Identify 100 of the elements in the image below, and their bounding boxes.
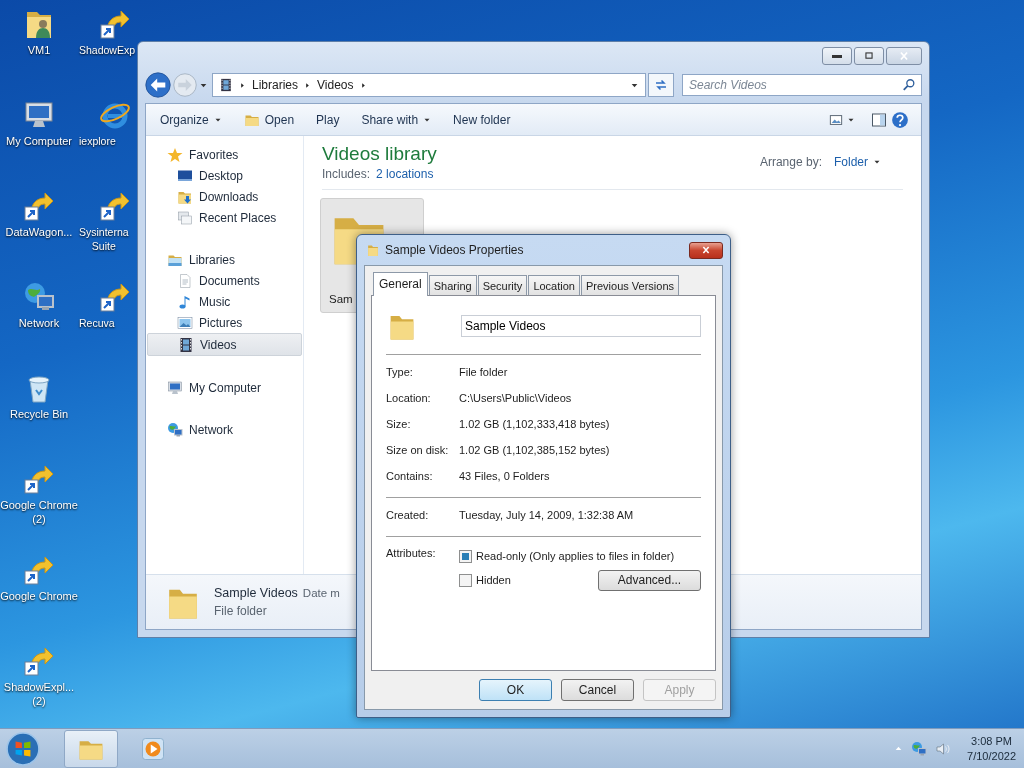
detail-label: Date m [302,587,340,599]
back-icon[interactable] [145,72,171,98]
clock-time[interactable]: 3:08 PM [971,733,1012,749]
navigation-item[interactable]: Downloads [147,186,302,207]
checkbox-label[interactable]: Hidden [476,574,511,586]
property-label: Contains: [386,470,434,482]
caret-icon [239,81,246,89]
shortcut-icon[interactable] [23,645,55,677]
tab[interactable]: Sharing [428,275,477,295]
property-label: Location: [386,392,432,404]
toolbar-button[interactable]: Share with [352,109,441,130]
navigation-item[interactable]: Libraries [147,249,302,270]
name-field[interactable]: Sample Videos [461,315,701,337]
item-name: Sample Videos [214,586,298,600]
close-button[interactable] [689,241,723,259]
advanced-button[interactable]: Advanced... [598,569,701,591]
toolbar-button[interactable]: Organize [160,109,231,130]
refresh-button[interactable] [648,73,674,97]
breadcrumb[interactable]: Libraries [252,78,299,92]
breadcrumb[interactable]: Videos [317,78,354,92]
toolbar-button[interactable]: Play [307,109,349,130]
close-button[interactable] [886,47,922,65]
star-icon [167,146,183,163]
play-icon [141,736,165,761]
preview-pane-icon[interactable] [871,111,887,128]
network-icon[interactable] [911,740,928,757]
property-label: Type: [386,366,414,378]
search-field[interactable]: Search Videos [682,74,922,96]
desktop-icon-label[interactable]: Google Chrome (2) [0,498,78,526]
navigation-item[interactable]: Favorites [147,144,302,165]
property-label: Attributes: [386,547,437,559]
shortcut-icon[interactable] [99,8,131,40]
toolbar-button[interactable]: New folder [444,109,520,130]
library-title: Videos library [322,142,437,166]
minimize-button[interactable] [822,47,852,65]
picture-frame-icon [177,314,193,331]
dialog-button[interactable]: OK [479,679,552,701]
tab[interactable]: Security [477,275,528,295]
caret-icon [304,81,312,89]
desktop-icon-label[interactable]: My Computer [6,134,72,148]
minimize-icon [832,54,842,58]
dialog-button[interactable]: Cancel [561,679,634,701]
shortcut-icon[interactable] [99,190,131,222]
start-orb-icon[interactable] [6,731,40,766]
desktop-icon-label[interactable]: Recycle Bin [9,407,69,421]
navigation-item[interactable]: Pictures [147,312,302,333]
checkbox-label[interactable]: Read-only (Only applies to files in folder) [476,550,675,562]
property-label: Size: [386,418,412,430]
network-icon[interactable] [23,281,55,313]
maximize-button[interactable] [854,47,884,65]
recent-places-icon [177,209,193,226]
desktop-icon-label[interactable]: Recuva [79,316,115,330]
caret-icon [873,158,881,166]
close-icon [700,244,712,256]
shortcut-icon[interactable] [99,281,131,313]
arrange-dropdown[interactable]: Folder [828,154,887,170]
checkbox[interactable] [459,573,472,587]
desktop-icon-label[interactable]: DataWagon... [5,225,73,239]
toolbar-button[interactable]: Open [234,108,304,131]
navigation-item[interactable]: Documents [147,270,302,291]
network-icon [167,421,183,438]
tab[interactable]: General [373,272,428,296]
property-value: Tuesday, July 14, 2009, 1:32:38 AM [459,509,634,521]
checkbox[interactable] [459,549,472,563]
tab[interactable]: Location [528,275,580,295]
shortcut-icon[interactable] [23,463,55,495]
music-note-icon [177,293,193,310]
film-strip-icon [178,336,194,353]
navigation-item[interactable]: Music [147,291,302,312]
includes-label: Includes: [322,167,371,181]
caret-icon [359,81,367,89]
desktop-icon-label[interactable]: iexplore [79,134,116,148]
document-icon [177,272,193,289]
navigation-item[interactable]: Desktop [147,165,302,186]
view-icon[interactable] [829,112,843,127]
search-icon[interactable] [902,78,916,92]
clock-date[interactable]: 7/10/2022 [967,748,1016,764]
property-label: Created: [386,509,430,521]
navigation-item[interactable]: Recent Places [147,207,302,228]
address-bar[interactable]: Libraries Videos [212,73,646,97]
property-value: C:\Users\Public\Videos [459,392,572,404]
locations-link[interactable]: 2 locations [376,167,434,181]
arrange-label: Arrange by: [759,155,822,169]
item-type: File folder [214,604,268,618]
property-value: 1.02 GB (1,102,333,418 bytes) [459,418,610,430]
help-icon[interactable] [891,110,909,129]
desktop-icon-label[interactable]: Network [18,316,60,330]
desktop-icon-label[interactable]: VM1 [27,43,51,57]
navigation-item[interactable]: Network [147,419,302,440]
property-value: 43 Files, 0 Folders [459,470,550,482]
property-value: File folder [459,366,508,378]
shortcut-icon[interactable] [23,190,55,222]
desktop-icon-label[interactable]: ShadowExp [79,43,136,57]
tab[interactable]: Previous Versions [580,275,679,295]
navigation-item[interactable]: My Computer [147,377,302,398]
navigation-item[interactable]: Videos [147,333,302,356]
desktop-icon-label[interactable]: Sysinterna Suite [79,225,129,253]
shortcut-icon[interactable] [23,554,55,586]
film-strip-icon [219,78,233,92]
computer-icon [167,379,183,396]
